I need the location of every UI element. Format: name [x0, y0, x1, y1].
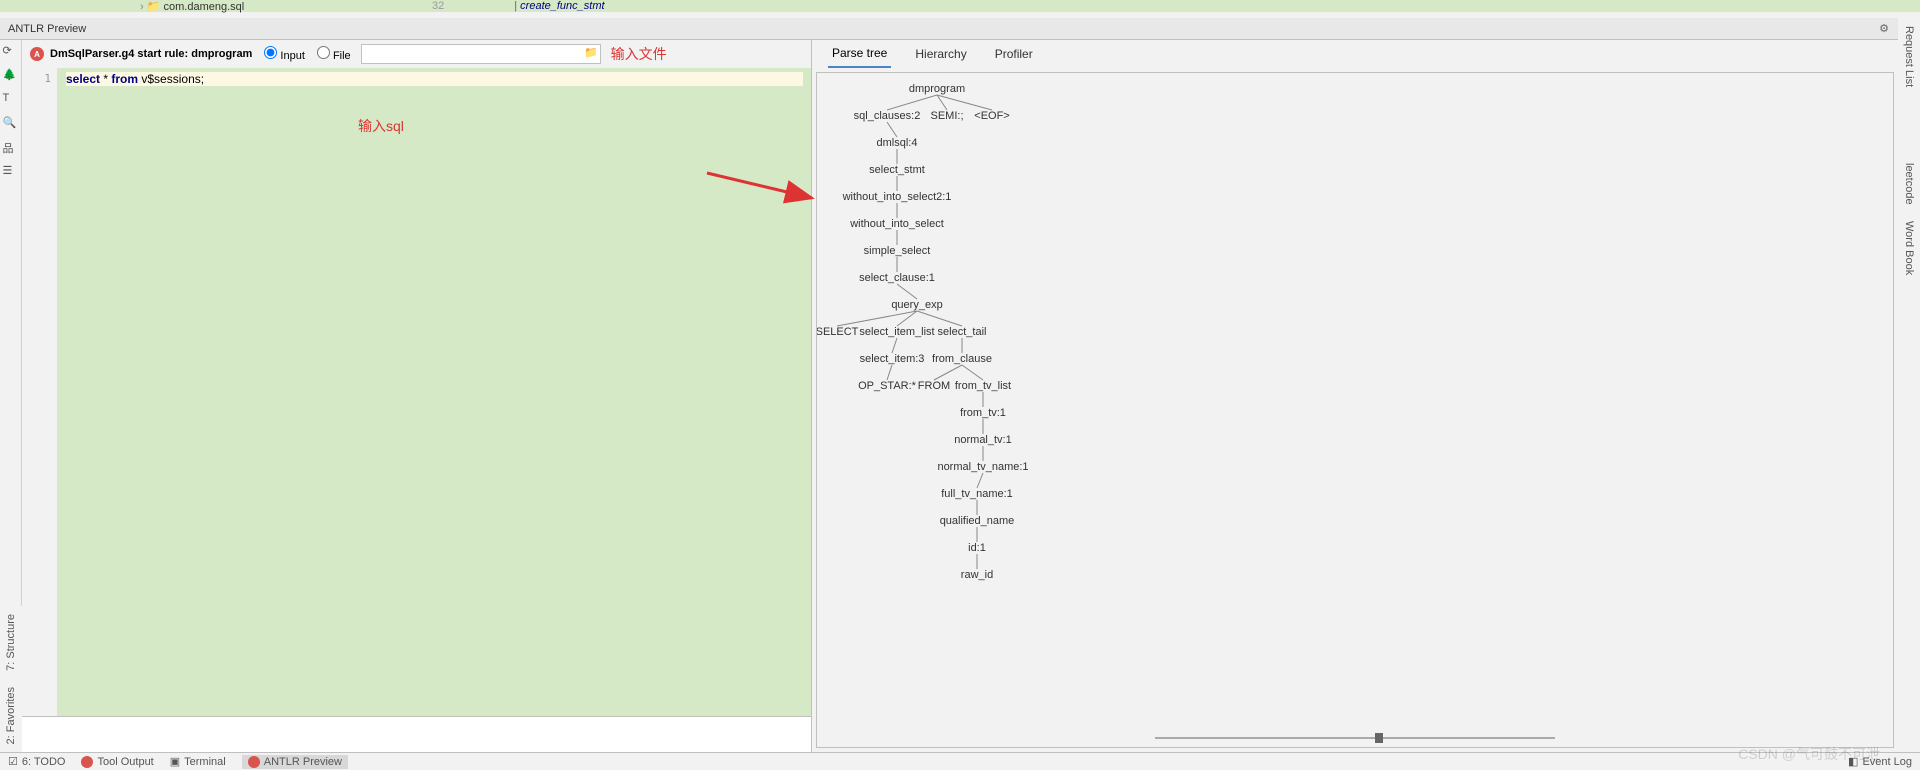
tab-favorites[interactable]: 2: Favorites [3, 679, 19, 752]
project-tree-item[interactable]: › 📁 com.dameng.sql [140, 0, 244, 13]
top-editor-line: 32 | create_func_stmt [0, 0, 1920, 12]
tree-icon[interactable]: 🌲 [3, 68, 19, 84]
tab-profiler[interactable]: Profiler [991, 41, 1037, 67]
tree-node[interactable]: dmlsql:4 [877, 137, 918, 149]
tree-node[interactable]: qualified_name [940, 515, 1015, 527]
tree-node[interactable]: from_tv:1 [960, 407, 1006, 419]
input-pane: A DmSqlParser.g4 start rule: dmprogram I… [22, 40, 812, 752]
tree-tabs: Parse tree Hierarchy Profiler [812, 40, 1898, 68]
btab-terminal[interactable]: ▣ Terminal [170, 755, 226, 768]
tree-node[interactable]: select_item:3 [860, 353, 925, 365]
parse-tree-canvas[interactable]: dmprogram sql_clauses:2 SEMI:; <EOF> dmlsql:… [816, 72, 1894, 748]
list-icon[interactable]: ☰ [3, 164, 19, 180]
folder-icon[interactable]: 📁 [584, 46, 598, 59]
tree-node[interactable]: <EOF> [974, 110, 1009, 122]
tab-structure[interactable]: 7: Structure [3, 606, 19, 679]
main-area: A DmSqlParser.g4 start rule: dmprogram I… [22, 40, 1898, 752]
tree-node[interactable]: select_clause:1 [859, 272, 935, 284]
zoom-slider[interactable] [1155, 731, 1555, 745]
tree-node[interactable]: FROM [918, 380, 950, 392]
tree-node[interactable]: without_into_select2:1 [843, 191, 952, 203]
search-icon[interactable]: 🔍 [3, 116, 19, 132]
gutter: 1 [22, 68, 58, 716]
sql-editor[interactable]: 1 select * from v$sessions; 输入sql [22, 68, 811, 716]
file-path-input[interactable]: 📁 [361, 44, 601, 64]
tree-node[interactable]: full_tv_name:1 [941, 488, 1013, 500]
tree-node[interactable]: raw_id [961, 569, 993, 581]
btab-todo[interactable]: ☑ 6: TODO [8, 755, 65, 768]
tree-node[interactable]: OP_STAR:* [858, 380, 916, 392]
status-bar: ☑ 6: TODO Tool Output ▣ Terminal ANTLR P… [0, 752, 1920, 770]
annotation-input-file: 输入文件 [611, 44, 667, 64]
btab-antlr-preview[interactable]: ANTLR Preview [242, 755, 348, 769]
btab-tool-output[interactable]: Tool Output [81, 756, 153, 768]
code-area[interactable]: select * from v$sessions; 输入sql [58, 68, 811, 716]
tab-parse-tree[interactable]: Parse tree [828, 40, 891, 68]
annotation-input-sql: 输入sql [358, 116, 404, 136]
code-line: select * from v$sessions; [66, 72, 803, 86]
tree-node[interactable]: id:1 [968, 542, 986, 554]
tree-node[interactable]: simple_select [864, 245, 931, 257]
refresh-icon[interactable]: ⟳ [3, 44, 19, 60]
structure-icon[interactable]: 品 [3, 140, 19, 156]
left-side-tabs: 2: Favorites 7: Structure [0, 606, 22, 752]
tree-node[interactable]: without_into_select [850, 218, 944, 230]
line-number: 32 [432, 0, 444, 12]
console-box [22, 716, 811, 752]
tab-hierarchy[interactable]: Hierarchy [911, 41, 970, 67]
code-keyword: create_func_stmt [520, 0, 604, 12]
grammar-label: DmSqlParser.g4 start rule: dmprogram [50, 48, 252, 60]
tree-node[interactable]: from_clause [932, 353, 992, 365]
tree-node[interactable]: query_exp [891, 299, 942, 311]
input-radio[interactable]: Input [258, 46, 305, 62]
tree-node[interactable]: normal_tv_name:1 [937, 461, 1028, 473]
panel-header: ANTLR Preview ⚙ — [0, 18, 1920, 40]
tree-node[interactable]: select_stmt [869, 164, 925, 176]
right-side-tabs: Request List leetcode Word Book [1898, 18, 1920, 752]
tree-node[interactable]: SEMI:; [930, 110, 963, 122]
panel-title: ANTLR Preview [8, 23, 86, 35]
line-number: 1 [22, 68, 57, 85]
tree-node[interactable]: dmprogram [909, 83, 965, 95]
tree-node[interactable]: select_tail [938, 326, 987, 338]
tab-request-list[interactable]: Request List [1901, 18, 1917, 95]
tree-pane: Parse tree Hierarchy Profiler dmprogram s… [812, 40, 1898, 752]
file-radio[interactable]: File [311, 46, 351, 62]
text-icon[interactable]: T [3, 92, 19, 108]
gear-icon[interactable]: ⚙ [1876, 21, 1892, 37]
tree-node[interactable]: sql_clauses:2 [854, 110, 921, 122]
tab-wordbook[interactable]: Word Book [1901, 213, 1917, 283]
tree-node[interactable]: SELECT [816, 326, 858, 338]
tab-leetcode[interactable]: leetcode [1901, 155, 1917, 213]
tree-node[interactable]: select_item_list [859, 326, 934, 338]
tree-node[interactable]: from_tv_list [955, 380, 1011, 392]
antlr-icon: A [30, 47, 44, 61]
input-bar: A DmSqlParser.g4 start rule: dmprogram I… [22, 40, 811, 68]
watermark: CSDN @气可鼓不可泄 [1738, 744, 1880, 764]
tree-node[interactable]: normal_tv:1 [954, 434, 1011, 446]
